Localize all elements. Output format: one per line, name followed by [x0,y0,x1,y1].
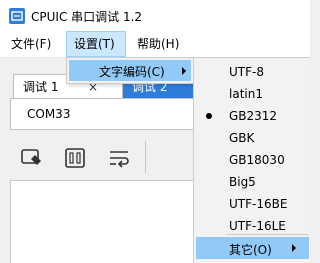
port-value: COM33 [27,107,71,121]
menu-divider [226,234,309,235]
app-icon [9,8,25,24]
menu-file[interactable]: 文件(F) [4,31,58,57]
word-wrap-icon[interactable] [106,145,132,171]
settings-dropdown: 文字编码(C) [66,57,194,84]
menu-item-label: 其它(O) [229,243,272,257]
tab-label: 调试 1 [23,80,59,94]
menu-item-label: latin1 [229,87,263,101]
menu-item-label: UTF-8 [229,65,264,79]
window-title: CPUIC 串口调试 1.2 [31,10,143,24]
encoding-big5[interactable]: Big5 [196,171,309,193]
menu-item-text-encoding[interactable]: 文字编码(C) [69,60,191,81]
menu-item-label: UTF-16LE [229,219,286,233]
title-bar: CPUIC 串口调试 1.2 [0,0,310,31]
eraser-icon[interactable] [18,145,44,171]
encoding-gb2312[interactable]: GB2312 [196,105,309,127]
encoding-latin1[interactable]: latin1 [196,83,309,105]
menu-bar: 文件(F) 设置(T) 帮助(H) [0,31,310,58]
menu-item-label: Big5 [229,175,256,189]
menu-item-label: UTF-16BE [229,197,288,211]
encoding-gb18030[interactable]: GB18030 [196,149,309,171]
menu-item-label: 文字编码(C) [99,65,165,79]
encoding-gbk[interactable]: GBK [196,127,309,149]
encoding-utf8[interactable]: UTF-8 [196,61,309,83]
menu-settings[interactable]: 设置(T) [66,31,126,57]
radio-selected-icon [206,113,212,119]
hex-display-icon[interactable] [62,145,88,171]
encoding-utf16be[interactable]: UTF-16BE [196,193,309,215]
menu-item-label: GB2312 [229,109,278,123]
chevron-right-icon [292,244,296,252]
chevron-right-icon [182,67,186,75]
encoding-dropdown: UTF-8 latin1 GB2312 GBK GB18030 Big5 UTF… [193,57,310,263]
encoding-other[interactable]: 其它(O) [196,237,309,259]
menu-item-label: GB18030 [229,153,285,167]
menu-item-label: GBK [229,131,255,145]
toolbar-divider [145,141,146,173]
menu-help[interactable]: 帮助(H) [130,31,186,57]
